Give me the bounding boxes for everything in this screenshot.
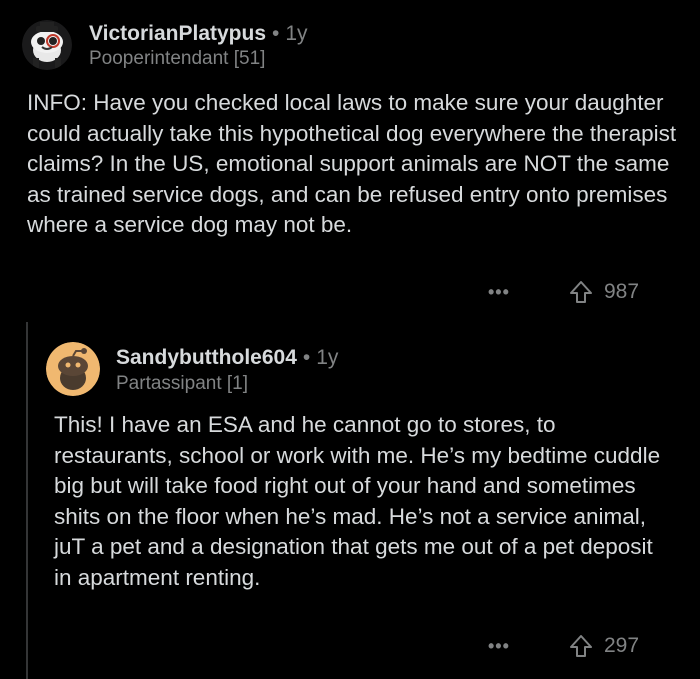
avatar[interactable] [46, 342, 100, 396]
upvote-control: 297 [568, 633, 639, 659]
comment-2: Sandybutthole604 • 1y Partassipant [1] Thi… [0, 0, 700, 679]
author-line: Sandybutthole604 • 1y [116, 346, 338, 370]
more-options-button[interactable]: ••• [488, 636, 510, 657]
author-name[interactable]: Sandybutthole604 [116, 346, 297, 369]
snoo-avatar-icon [46, 342, 100, 396]
comment-age: 1y [316, 346, 339, 369]
separator-dot: • [302, 346, 311, 369]
score: 297 [604, 634, 640, 657]
upvote-arrow-icon[interactable] [568, 633, 594, 659]
user-flair: Partassipant [1] [116, 373, 249, 394]
comment-body: This! I have an ESA and he cannot go to … [54, 412, 661, 590]
